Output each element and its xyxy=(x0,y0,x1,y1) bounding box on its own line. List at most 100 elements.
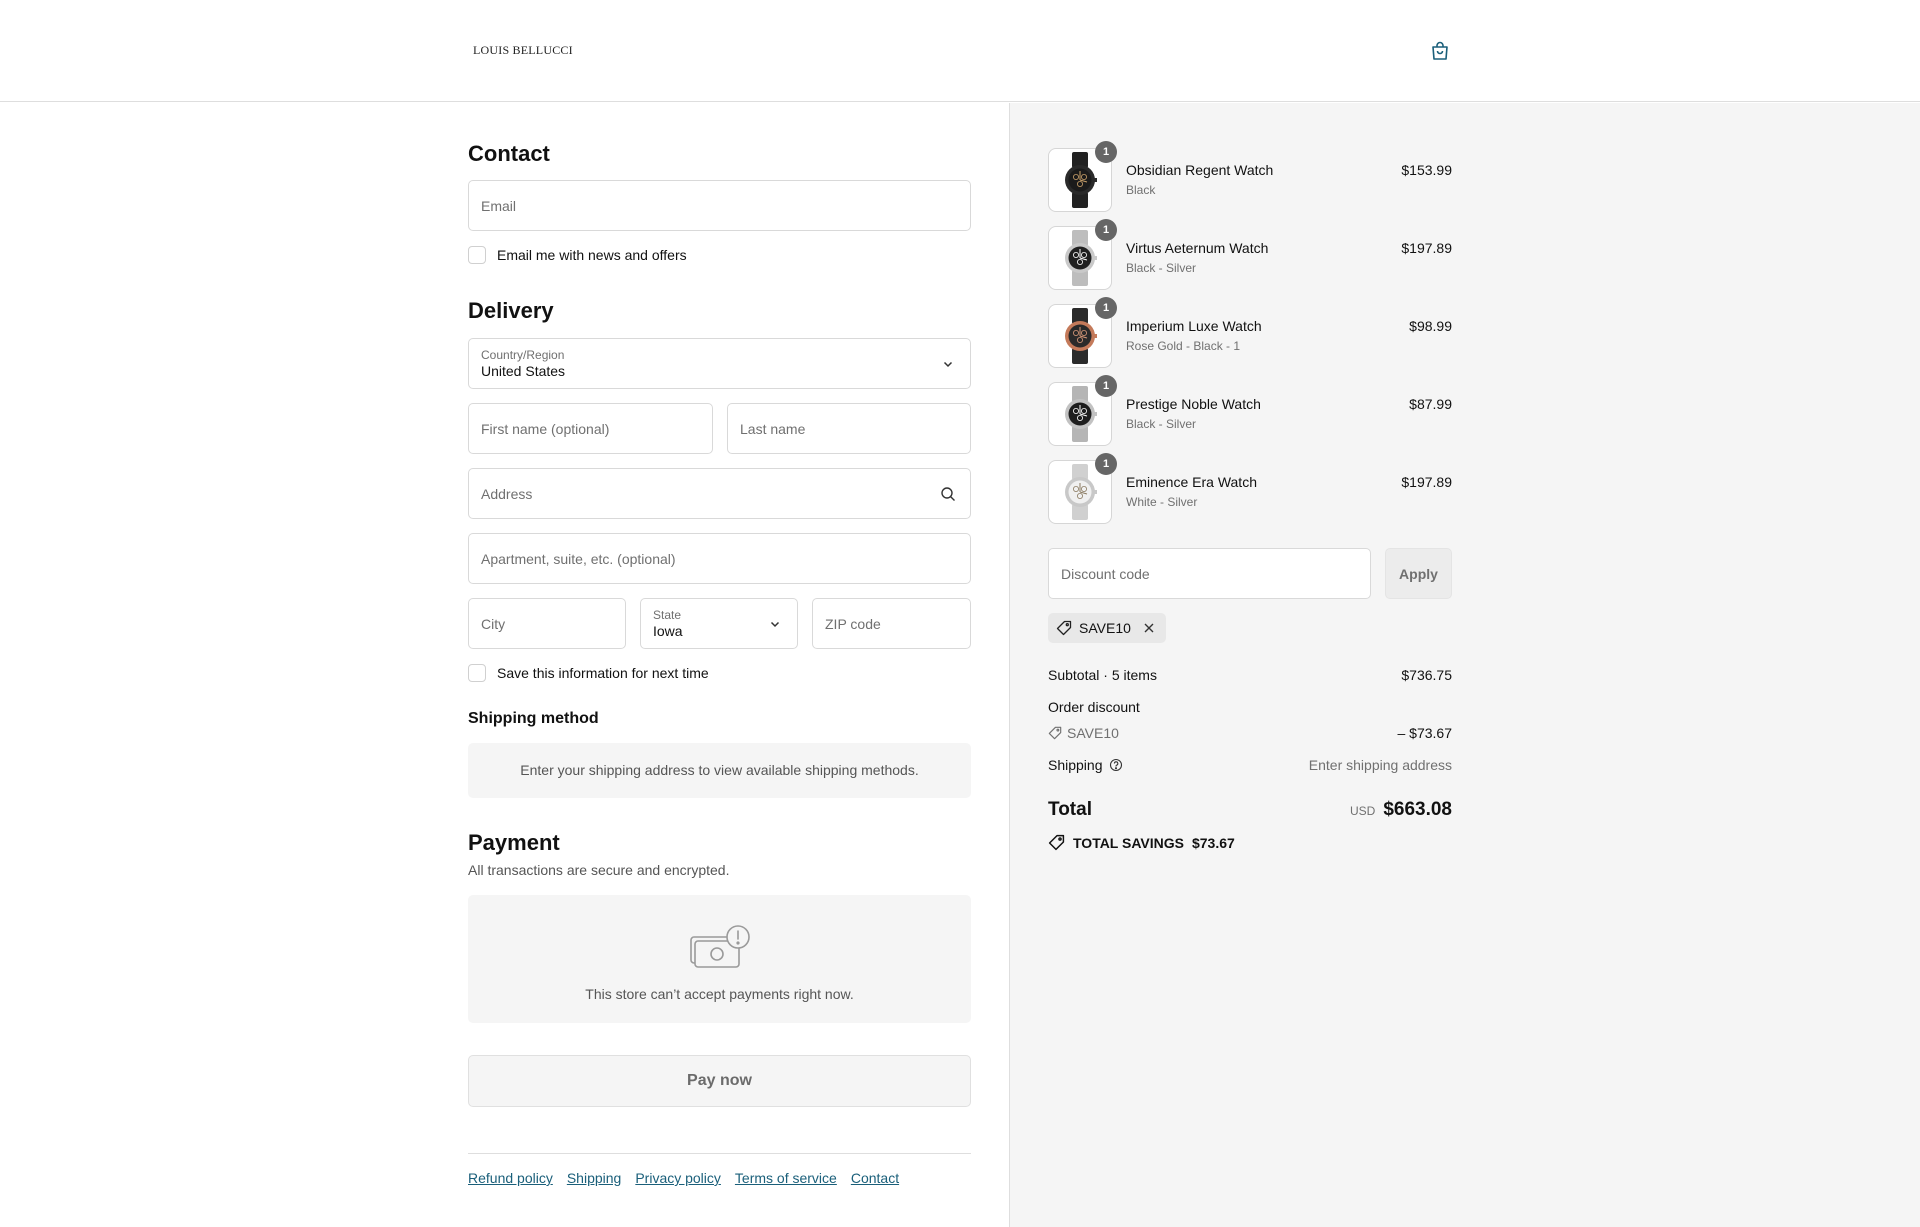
shipping-label: Shipping xyxy=(1048,757,1103,773)
footer-links: Refund policy Shipping Privacy policy Te… xyxy=(468,1170,899,1186)
product-name: Obsidian Regent Watch xyxy=(1126,162,1274,178)
news-checkbox[interactable] xyxy=(468,246,486,264)
discount-code-row: SAVE10 – $73.67 xyxy=(1048,725,1452,743)
store-logo[interactable]: LOUIS BELLUCCI xyxy=(473,43,573,58)
apply-discount-button[interactable]: Apply xyxy=(1385,548,1452,599)
help-icon[interactable] xyxy=(1109,758,1123,772)
total-label: Total xyxy=(1048,799,1092,820)
tag-icon xyxy=(1048,834,1065,851)
shipping-value: Enter shipping address xyxy=(1308,757,1452,773)
save-info-checkbox[interactable] xyxy=(468,664,486,682)
shipping-method-title: Shipping method xyxy=(468,710,599,727)
product-price: $197.89 xyxy=(1401,474,1452,490)
search-icon[interactable] xyxy=(940,486,956,502)
shopping-bag-icon[interactable] xyxy=(1429,40,1451,62)
zip-placeholder: ZIP code xyxy=(825,615,881,632)
terms-of-service-link[interactable]: Terms of service xyxy=(735,1170,837,1186)
first-name-placeholder: First name (optional) xyxy=(481,420,610,437)
refund-policy-link[interactable]: Refund policy xyxy=(468,1170,553,1186)
close-icon[interactable] xyxy=(1142,621,1156,635)
country-select[interactable]: Country/Region United States xyxy=(468,338,971,389)
shipping-notice-text: Enter your shipping address to view avai… xyxy=(520,762,919,778)
payment-warning-icon xyxy=(690,925,750,968)
total-savings-label: TOTAL SAVINGS xyxy=(1073,834,1184,851)
product-variant: Black xyxy=(1126,183,1156,197)
product-name: Prestige Noble Watch xyxy=(1126,396,1261,412)
order-discount-row: Order discount xyxy=(1048,699,1452,715)
country-value: United States xyxy=(481,363,566,379)
cart-item: 1 Imperium Luxe Watch Rose Gold - Black - … xyxy=(1048,297,1452,368)
country-label: Country/Region xyxy=(481,348,565,362)
cart-item: 1 Eminence Era Watch White - Silver $197.89 xyxy=(1048,453,1452,524)
discount-placeholder: Discount code xyxy=(1061,565,1150,582)
payment-notice-text: This store can’t accept payments right n… xyxy=(585,986,854,1002)
applied-code: SAVE10 xyxy=(1079,620,1131,636)
product-variant: Black - Silver xyxy=(1126,261,1197,275)
product-name: Imperium Luxe Watch xyxy=(1126,318,1262,334)
quantity-badge: 1 xyxy=(1095,297,1117,319)
apartment-field[interactable]: Apartment, suite, etc. (optional) xyxy=(468,533,971,584)
product-variant: Black - Silver xyxy=(1126,417,1197,431)
order-discount-label: Order discount xyxy=(1048,699,1140,715)
chevron-down-icon xyxy=(943,361,953,367)
currency-code: USD xyxy=(1349,804,1376,818)
zip-field[interactable]: ZIP code xyxy=(812,598,971,649)
subtotal-label: Subtotal · 5 items xyxy=(1048,667,1157,683)
contact-title: Contact xyxy=(468,141,550,166)
email-placeholder: Email xyxy=(481,197,517,214)
applied-discount-chip: SAVE10 xyxy=(1048,613,1166,643)
address-field[interactable]: Address xyxy=(468,468,971,519)
total-savings-row: TOTAL SAVINGS $73.67 xyxy=(1048,834,1452,851)
product-variant: Rose Gold - Black - 1 xyxy=(1126,339,1241,353)
product-price: $197.89 xyxy=(1401,240,1452,256)
news-opt-in[interactable]: Email me with news and offers xyxy=(468,246,687,264)
news-label: Email me with news and offers xyxy=(497,247,687,263)
cart-item: 1 Prestige Noble Watch Black - Silver $87.9… xyxy=(1048,375,1452,446)
apartment-placeholder: Apartment, suite, etc. (optional) xyxy=(481,550,676,567)
discount-code-field[interactable]: Discount code xyxy=(1048,548,1371,599)
product-name: Virtus Aeternum Watch xyxy=(1126,240,1269,256)
shipping-notice: Enter your shipping address to view avai… xyxy=(468,743,971,798)
tag-icon xyxy=(1048,726,1062,740)
save-info-opt[interactable]: Save this information for next time xyxy=(468,664,709,682)
product-price: $153.99 xyxy=(1401,162,1452,178)
product-variant: White - Silver xyxy=(1126,495,1198,509)
shipping-row: Shipping Enter shipping address xyxy=(1048,757,1452,773)
shipping-link[interactable]: Shipping xyxy=(567,1170,622,1186)
discount-code-label: SAVE10 xyxy=(1067,725,1119,741)
quantity-badge: 1 xyxy=(1095,141,1117,163)
state-select[interactable]: State Iowa xyxy=(640,598,798,649)
footer-divider xyxy=(468,1153,971,1154)
last-name-field[interactable]: Last name xyxy=(727,403,971,454)
quantity-badge: 1 xyxy=(1095,453,1117,475)
checkout-header: LOUIS BELLUCCI xyxy=(0,0,1920,102)
total-value: $663.08 xyxy=(1383,799,1452,820)
contact-link[interactable]: Contact xyxy=(851,1170,899,1186)
delivery-title: Delivery xyxy=(468,298,554,323)
city-field[interactable]: City xyxy=(468,598,626,649)
last-name-placeholder: Last name xyxy=(740,420,806,437)
first-name-field[interactable]: First name (optional) xyxy=(468,403,713,454)
total-row: Total USD $663.08 xyxy=(1048,799,1452,827)
quantity-badge: 1 xyxy=(1095,375,1117,397)
address-placeholder: Address xyxy=(481,485,533,502)
quantity-badge: 1 xyxy=(1095,219,1117,241)
state-value: Iowa xyxy=(653,623,683,639)
product-name: Eminence Era Watch xyxy=(1126,474,1257,490)
cart-item: 1 Obsidian Regent Watch Black $153.99 xyxy=(1048,141,1452,212)
email-field[interactable]: Email xyxy=(468,180,971,231)
cart-item: 1 Virtus Aeternum Watch Black - Silver $197… xyxy=(1048,219,1452,290)
product-price: $98.99 xyxy=(1409,318,1452,334)
save-info-label: Save this information for next time xyxy=(497,665,709,681)
chevron-down-icon xyxy=(770,621,780,627)
subtotal-value: $736.75 xyxy=(1401,667,1452,683)
total-savings-value: $73.67 xyxy=(1191,834,1235,851)
payment-title: Payment xyxy=(468,830,560,855)
pay-now-button[interactable]: Pay now xyxy=(468,1055,971,1107)
privacy-policy-link[interactable]: Privacy policy xyxy=(635,1170,721,1186)
city-placeholder: City xyxy=(481,615,506,632)
payment-subtitle: All transactions are secure and encrypte… xyxy=(468,862,730,878)
subtotal-row: Subtotal · 5 items $736.75 xyxy=(1048,667,1452,683)
state-label: State xyxy=(653,608,682,622)
tag-icon xyxy=(1056,620,1072,636)
